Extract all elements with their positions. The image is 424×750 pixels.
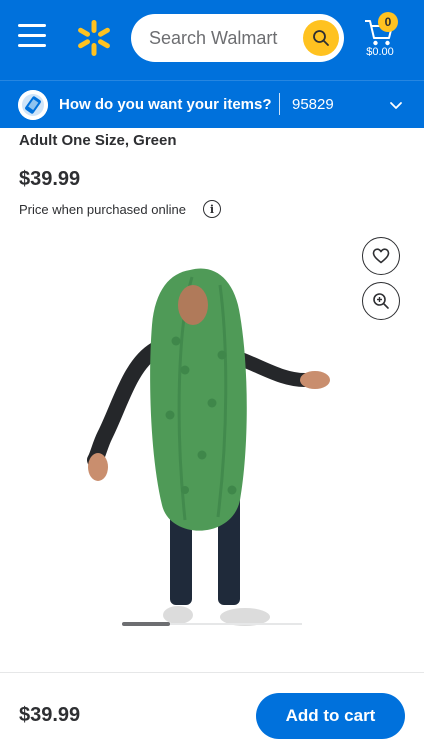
walmart-spark-icon[interactable] [76, 18, 112, 58]
add-to-cart-button[interactable]: Add to cart [256, 693, 405, 739]
zoom-button[interactable] [362, 282, 400, 320]
image-carousel-indicator[interactable] [122, 622, 170, 626]
search-button[interactable] [303, 20, 339, 56]
pickle-costume-photo [87, 268, 330, 626]
cart-button[interactable]: 0 $0.00 [360, 12, 400, 62]
info-icon[interactable]: i [203, 200, 221, 218]
product-image[interactable] [60, 255, 360, 645]
search-bar[interactable] [131, 14, 344, 62]
menu-icon[interactable] [18, 24, 46, 48]
delivery-question: How do you want your items? [59, 96, 272, 113]
cart-total: $0.00 [366, 46, 394, 58]
bottom-price: $39.99 [19, 704, 81, 726]
chevron-down-icon [390, 102, 402, 109]
search-icon [313, 30, 329, 46]
cart-count-badge: 0 [378, 12, 398, 32]
heart-icon [372, 248, 390, 264]
delivery-zip: 95829 [292, 96, 334, 113]
product-variant: Adult One Size, Green [19, 132, 177, 149]
bottom-bar: $39.99 Add to cart [0, 672, 424, 750]
search-input[interactable] [149, 24, 289, 52]
delivery-options-icon [18, 90, 48, 120]
top-header: 0 $0.00 [0, 0, 424, 80]
favorite-button[interactable] [362, 237, 400, 275]
price-note: Price when purchased online [19, 202, 186, 217]
divider [279, 93, 280, 115]
zoom-in-icon [373, 293, 389, 309]
delivery-selector[interactable]: How do you want your items? 95829 [0, 80, 424, 128]
product-price: $39.99 [19, 168, 81, 190]
